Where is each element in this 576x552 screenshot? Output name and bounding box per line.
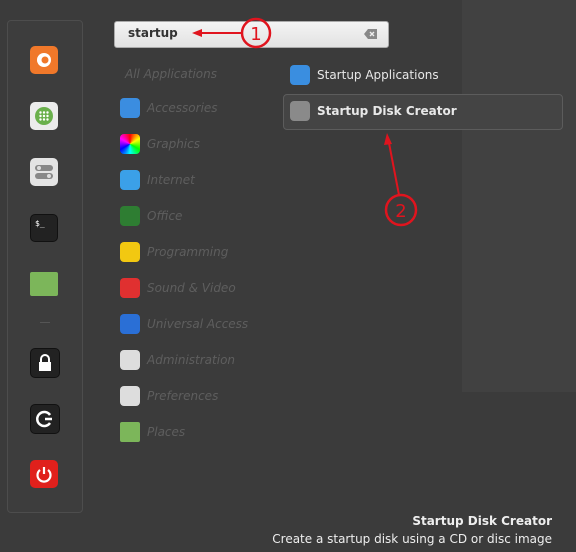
annotations: 1 2 (192, 17, 418, 227)
annotation-label-1: 1 (250, 24, 261, 45)
annotation-label-2: 2 (395, 201, 406, 222)
